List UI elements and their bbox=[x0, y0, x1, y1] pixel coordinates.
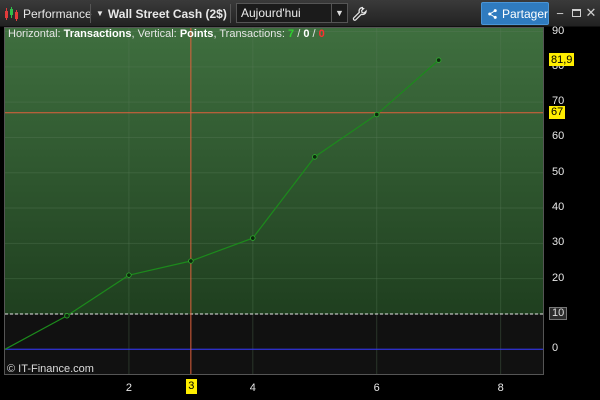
x-tick-label: 6 bbox=[373, 382, 380, 394]
legend-vertical-prefix: , Vertical: bbox=[131, 28, 177, 40]
threshold-tag: 10 bbox=[549, 306, 568, 320]
crosshair-y-tag: 67 bbox=[549, 105, 566, 119]
x-tick-label: 8 bbox=[497, 382, 504, 394]
chart-legend: Horizontal: Transactions, Vertical: Poin… bbox=[8, 28, 325, 40]
x-tick-label: 4 bbox=[249, 382, 256, 394]
legend-losses: 0 bbox=[318, 28, 325, 40]
legend-vertical-value: Points bbox=[179, 28, 214, 40]
y-tick-label: 0 bbox=[552, 342, 559, 355]
x-tick-label: 2 bbox=[125, 382, 132, 394]
legend-wins: 7 bbox=[288, 28, 295, 40]
y-tick-label: 60 bbox=[552, 130, 565, 143]
legend-transactions-prefix: , Transactions: bbox=[213, 28, 285, 40]
y-tick-label: 90 bbox=[552, 24, 565, 37]
legend-horizontal-prefix: Horizontal: bbox=[8, 28, 61, 40]
legend-separator: / bbox=[312, 28, 316, 40]
y-tick-label: 20 bbox=[552, 271, 565, 284]
last-value-tag: 81,9 bbox=[549, 53, 575, 67]
chart-area[interactable] bbox=[4, 27, 544, 375]
legend-horizontal-value: Transactions bbox=[63, 28, 132, 40]
legend-separator: / bbox=[297, 28, 301, 40]
y-tick-label: 40 bbox=[552, 201, 565, 214]
copyright-credit: © IT-Finance.com bbox=[7, 363, 94, 375]
legend-neutral: 0 bbox=[303, 28, 310, 40]
y-tick-label: 50 bbox=[552, 165, 565, 178]
crosshair-x-tag: 3 bbox=[185, 379, 197, 394]
y-tick-label: 30 bbox=[552, 236, 565, 249]
